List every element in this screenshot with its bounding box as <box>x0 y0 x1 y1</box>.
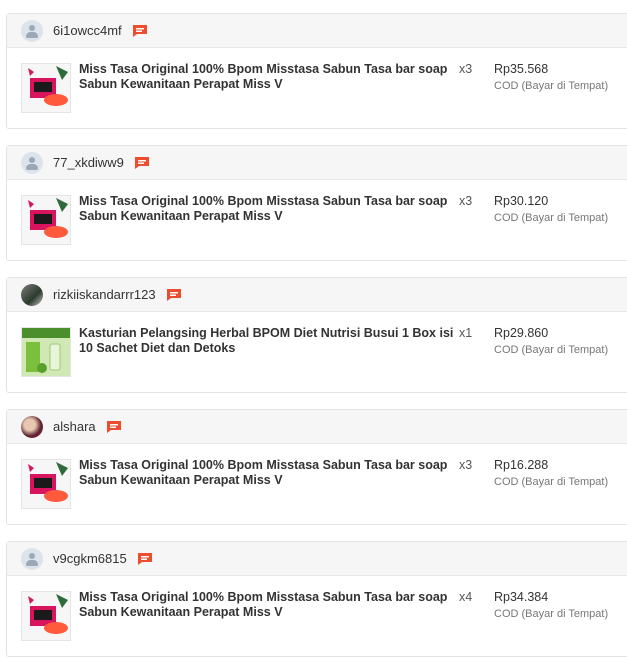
order-item: Miss Tasa Original 100% Bpom Misstasa Sa… <box>7 444 627 525</box>
order-card-header: rizkiiskandarrr123 <box>7 278 627 312</box>
avatar[interactable] <box>21 19 43 42</box>
quantity: x3 <box>459 194 473 208</box>
product-thumbnail[interactable] <box>21 195 71 245</box>
order-card: alshara Miss Tasa Original 100% Bpom Mis… <box>6 409 627 525</box>
avatar[interactable] <box>21 415 43 438</box>
payment-method: COD (Bayar di Tempat) <box>494 476 609 488</box>
quantity: x1 <box>459 326 473 340</box>
product-title[interactable]: Miss Tasa Original 100% Bpom Misstasa Sa… <box>79 458 457 488</box>
quantity: x4 <box>459 590 473 604</box>
order-card-header: v9cgkm6815 <box>7 542 627 576</box>
username[interactable]: v9cgkm6815 <box>53 551 127 566</box>
product-title[interactable]: Miss Tasa Original 100% Bpom Misstasa Sa… <box>79 590 457 620</box>
price: Rp35.568 <box>494 62 549 76</box>
avatar[interactable] <box>21 283 43 306</box>
order-item: Miss Tasa Original 100% Bpom Misstasa Sa… <box>7 576 627 657</box>
order-card: 77_xkdiww9 Miss Tasa Original 100% Bpom … <box>6 145 627 261</box>
product-thumbnail[interactable] <box>21 459 71 509</box>
chat-icon[interactable] <box>166 288 182 302</box>
chat-icon[interactable] <box>134 156 150 170</box>
price: Rp30.120 <box>494 194 549 208</box>
username[interactable]: 77_xkdiww9 <box>53 155 124 170</box>
payment-method: COD (Bayar di Tempat) <box>494 212 609 224</box>
quantity: x3 <box>459 62 473 76</box>
payment-method: COD (Bayar di Tempat) <box>494 608 609 620</box>
username[interactable]: alshara <box>53 419 96 434</box>
order-card-header: alshara <box>7 410 627 444</box>
product-title[interactable]: Kasturian Pelangsing Herbal BPOM Diet Nu… <box>79 326 457 356</box>
product-title[interactable]: Miss Tasa Original 100% Bpom Misstasa Sa… <box>79 62 457 92</box>
product-thumbnail[interactable] <box>21 63 71 113</box>
price: Rp34.384 <box>494 590 549 604</box>
product-thumbnail[interactable] <box>21 327 71 377</box>
product-thumbnail[interactable] <box>21 591 71 641</box>
product-title[interactable]: Miss Tasa Original 100% Bpom Misstasa Sa… <box>79 194 457 224</box>
price: Rp29.860 <box>494 326 549 340</box>
username[interactable]: 6i1owcc4mf <box>53 23 122 38</box>
avatar[interactable] <box>21 547 43 570</box>
chat-icon[interactable] <box>132 24 148 38</box>
order-item: Kasturian Pelangsing Herbal BPOM Diet Nu… <box>7 312 627 393</box>
order-item: Miss Tasa Original 100% Bpom Misstasa Sa… <box>7 180 627 261</box>
payment-method: COD (Bayar di Tempat) <box>494 344 609 356</box>
avatar[interactable] <box>21 151 43 174</box>
chat-icon[interactable] <box>106 420 122 434</box>
quantity: x3 <box>459 458 473 472</box>
order-card-header: 77_xkdiww9 <box>7 146 627 180</box>
order-card: v9cgkm6815 Miss Tasa Original 100% Bpom … <box>6 541 627 657</box>
price: Rp16.288 <box>494 458 549 472</box>
order-item: Miss Tasa Original 100% Bpom Misstasa Sa… <box>7 48 627 129</box>
username[interactable]: rizkiiskandarrr123 <box>53 287 156 302</box>
chat-icon[interactable] <box>137 552 153 566</box>
order-card: 6i1owcc4mf Miss Tasa Original 100% Bpom … <box>6 13 627 129</box>
order-card-header: 6i1owcc4mf <box>7 14 627 48</box>
order-card: rizkiiskandarrr123 Kasturian Pelangsing … <box>6 277 627 393</box>
payment-method: COD (Bayar di Tempat) <box>494 80 609 92</box>
